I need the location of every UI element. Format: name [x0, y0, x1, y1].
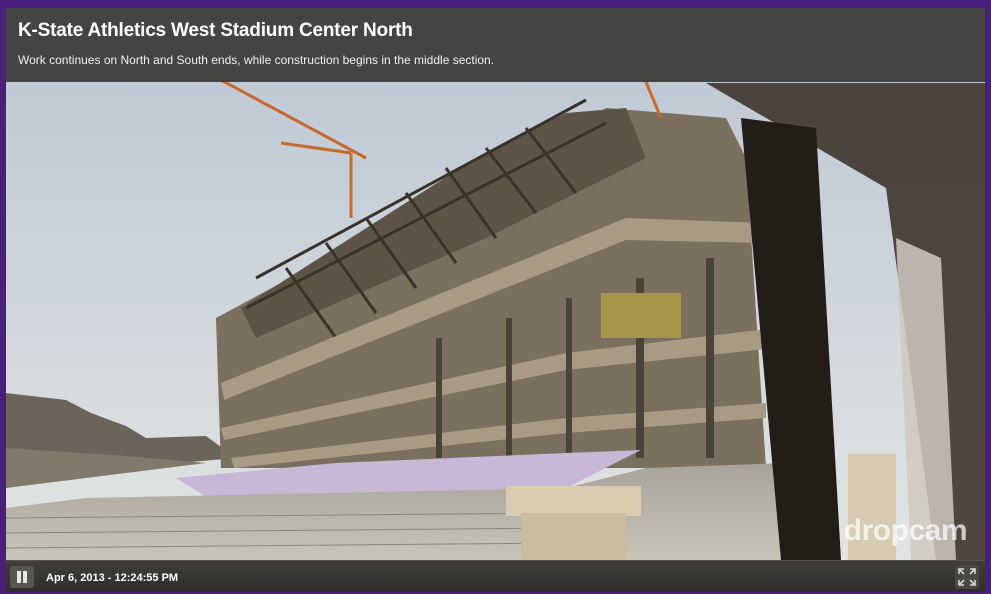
- video-subtitle: Work continues on North and South ends, …: [18, 53, 495, 67]
- dropcam-watermark: dropcam: [843, 514, 968, 547]
- timestamp: Apr 6, 2013 - 12:24:55 PM: [46, 572, 179, 584]
- fullscreen-icon: [958, 568, 976, 586]
- title-overlay: K-State Athletics West Stadium Center No…: [6, 8, 985, 82]
- video-title: K-State Athletics West Stadium Center No…: [18, 20, 413, 41]
- video-player: dropcam K-State Athletics West Stadium C…: [6, 8, 985, 592]
- camera-feed[interactable]: dropcam: [6, 8, 985, 560]
- construction-scene-image: [6, 8, 985, 560]
- pause-button[interactable]: [10, 566, 34, 588]
- fullscreen-button[interactable]: [955, 565, 979, 589]
- pause-icon: [17, 571, 21, 583]
- pause-icon-bar: [23, 571, 27, 583]
- control-bar: Apr 6, 2013 - 12:24:55 PM: [6, 560, 985, 592]
